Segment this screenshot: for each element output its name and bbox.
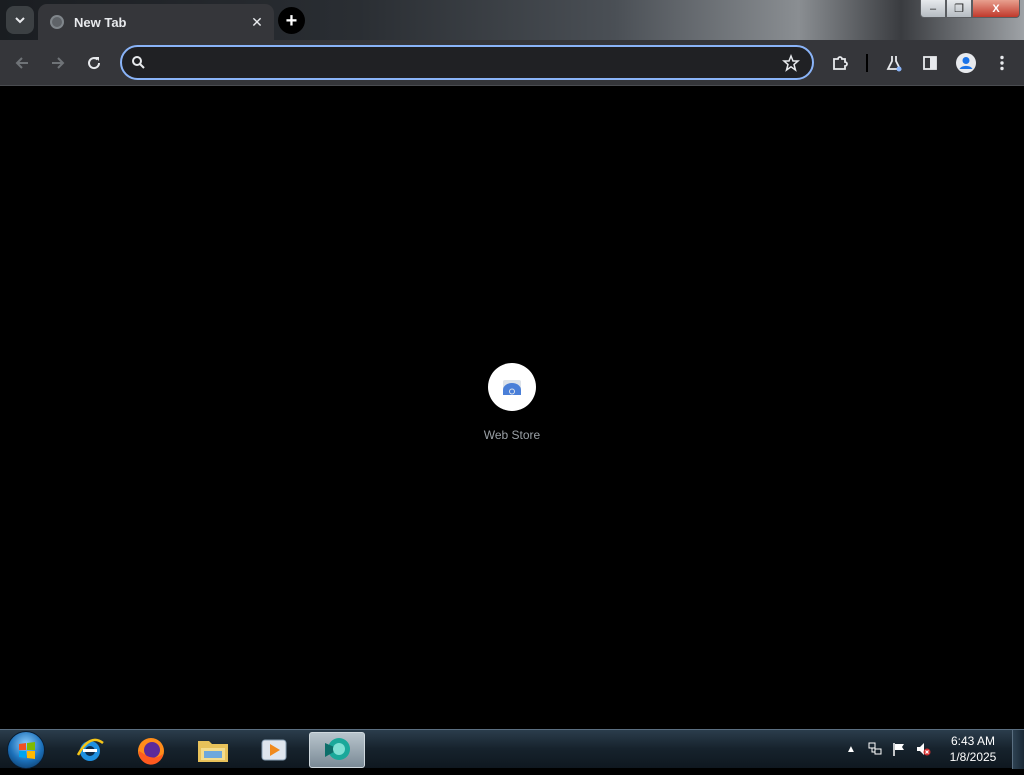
maximize-button[interactable]: ❐ xyxy=(946,0,972,18)
globe-icon xyxy=(50,15,64,29)
windows-logo-icon xyxy=(19,742,35,759)
puzzle-icon xyxy=(833,56,848,70)
menu-button[interactable] xyxy=(991,52,1013,74)
taskbar-media-player[interactable] xyxy=(249,732,299,768)
labs-button[interactable] xyxy=(883,52,905,74)
star-icon[interactable] xyxy=(782,54,800,72)
minimize-button[interactable]: – xyxy=(920,0,946,18)
web-store-icon xyxy=(503,380,521,395)
title-bar: New Tab ✕ + – ❐ X xyxy=(0,0,1024,40)
side-panel-button[interactable] xyxy=(919,52,941,74)
shortcut-label: Web Store xyxy=(483,428,541,442)
taskbar-firefox[interactable] xyxy=(126,732,176,768)
media-player-icon xyxy=(261,739,287,761)
avatar-icon xyxy=(956,53,976,73)
chevron-down-icon xyxy=(15,17,25,24)
taskbar-active-app[interactable] xyxy=(309,732,365,768)
new-tab-button[interactable]: + xyxy=(278,7,305,34)
clock-date: 1/8/2025 xyxy=(949,750,997,764)
internet-explorer-icon xyxy=(76,738,104,761)
taskbar-internet-explorer[interactable] xyxy=(65,732,115,768)
folder-icon xyxy=(198,741,228,762)
arrow-right-icon xyxy=(52,57,65,69)
shortcut-icon-container xyxy=(488,363,536,411)
tab-search-button[interactable] xyxy=(6,6,34,34)
firefox-icon xyxy=(138,738,164,765)
browser-toolbar xyxy=(0,40,1024,86)
tab-title: New Tab xyxy=(74,14,127,30)
profile-button[interactable] xyxy=(955,52,977,74)
reload-button[interactable] xyxy=(83,52,105,74)
network-icon[interactable] xyxy=(867,741,883,757)
forward-button[interactable] xyxy=(47,52,69,74)
search-icon xyxy=(132,56,145,69)
chat-app-icon xyxy=(325,738,350,760)
clock-time: 6:43 AM xyxy=(950,734,996,748)
tray-expand-icon[interactable]: ▲ xyxy=(843,741,859,757)
start-button[interactable] xyxy=(7,731,45,769)
taskbar-file-explorer[interactable] xyxy=(188,732,238,768)
new-tab-page: Web Store xyxy=(0,87,1024,729)
window-controls: – ❐ X xyxy=(920,0,1020,18)
shortcut-web-store[interactable]: Web Store xyxy=(472,363,552,442)
side-panel-icon xyxy=(923,56,937,70)
close-icon[interactable]: ✕ xyxy=(248,14,266,31)
close-window-button[interactable]: X xyxy=(972,0,1020,18)
reload-icon xyxy=(88,57,101,70)
toolbar-separator xyxy=(866,54,868,72)
action-center-flag-icon[interactable] xyxy=(891,741,907,757)
address-bar[interactable] xyxy=(120,45,814,80)
extensions-button[interactable] xyxy=(829,52,851,74)
arrow-left-icon xyxy=(15,57,28,69)
system-clock[interactable]: 6:43 AM 1/8/2025 xyxy=(940,733,1006,765)
more-vert-icon xyxy=(1000,55,1004,71)
tab-new-tab[interactable]: New Tab ✕ xyxy=(38,4,274,40)
show-desktop-button[interactable] xyxy=(1012,730,1024,769)
flask-icon xyxy=(886,56,902,72)
address-input[interactable] xyxy=(152,51,772,74)
volume-muted-icon[interactable] xyxy=(915,741,931,757)
back-button[interactable] xyxy=(11,52,33,74)
taskbar: ▲ 6:43 AM 1/8/2025 xyxy=(0,729,1024,769)
